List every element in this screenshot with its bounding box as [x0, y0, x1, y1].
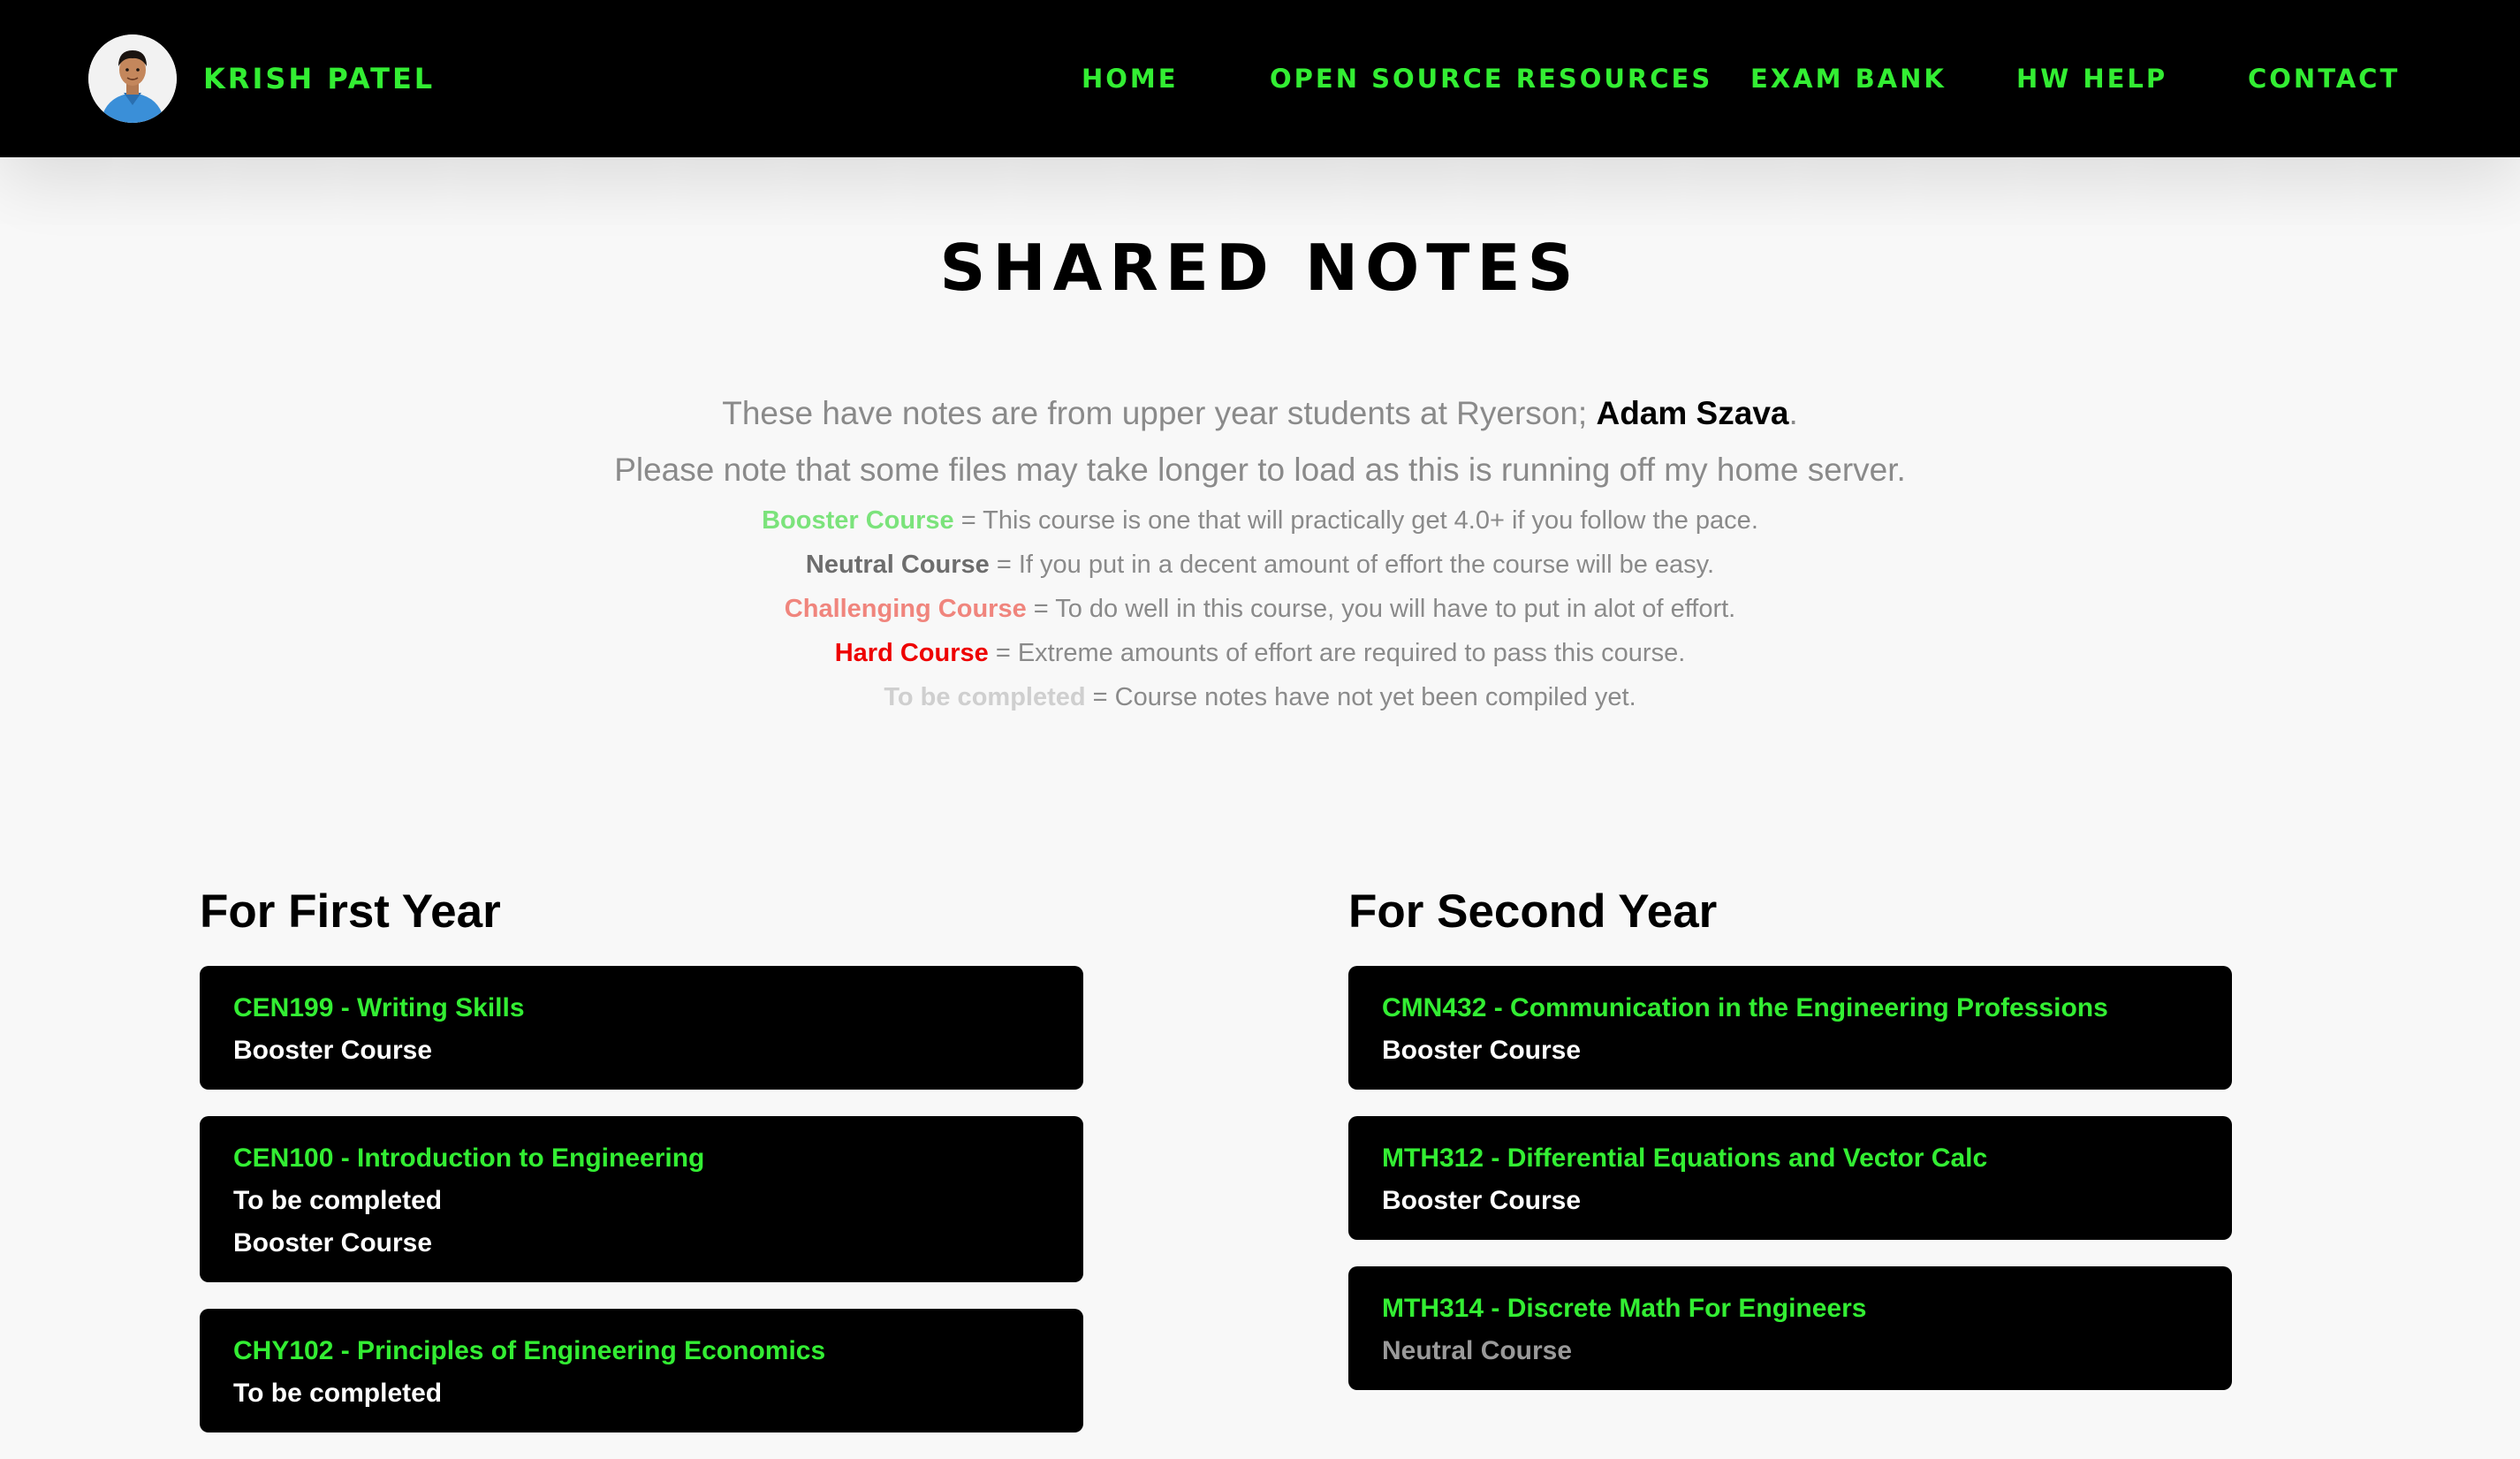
- course-status: To be completed: [233, 1379, 443, 1408]
- legend-term-challenging: Challenging Course: [784, 595, 1027, 623]
- second-year-heading: For Second Year: [1348, 885, 1718, 938]
- nav-hw-help[interactable]: HW HELP: [2016, 63, 2167, 95]
- course-card-cmn432[interactable]: CMN432 - Communication in the Engineerin…: [1348, 966, 2232, 1090]
- legend-term-hard: Hard Course: [834, 639, 989, 667]
- legend-term-to-be-completed: To be completed: [884, 683, 1086, 711]
- author-name: Adam Szava: [1596, 395, 1789, 431]
- course-status: Booster Course: [233, 1036, 433, 1065]
- legend-term-booster: Booster Course: [762, 506, 954, 535]
- legend-desc-challenging: = To do well in this course, you will ha…: [1026, 595, 1736, 623]
- first-year-course-list: CEN199 - Writing Skills Booster Course C…: [200, 966, 1083, 1432]
- course-card-cen199[interactable]: CEN199 - Writing Skills Booster Course: [200, 966, 1083, 1090]
- site-header: KRISH PATEL HOME OPEN SOURCE RESOURCES E…: [0, 0, 2520, 157]
- first-year-section: For First Year CEN199 - Writing Skills B…: [200, 880, 1083, 1459]
- course-title[interactable]: CEN199 - Writing Skills: [233, 987, 1050, 1030]
- page-title: SHARED NOTES: [939, 231, 1581, 305]
- main-nav: HOME OPEN SOURCE RESOURCES EXAM BANK HW …: [0, 0, 2520, 157]
- course-card-mth312[interactable]: MTH312 - Differential Equations and Vect…: [1348, 1116, 2232, 1240]
- legend-item-neutral: Neutral Course = If you put in a decent …: [0, 543, 2520, 587]
- course-title[interactable]: CHY102 - Principles of Engineering Econo…: [233, 1330, 1050, 1372]
- course-card-chy102[interactable]: CHY102 - Principles of Engineering Econo…: [200, 1309, 1083, 1432]
- course-title[interactable]: CEN100 - Introduction to Engineering: [233, 1137, 1050, 1180]
- first-year-heading: For First Year: [200, 885, 501, 938]
- nav-open-source-resources[interactable]: OPEN SOURCE RESOURCES: [1270, 63, 1712, 95]
- nav-exam-bank[interactable]: EXAM BANK: [1750, 63, 1947, 95]
- second-year-section: For Second Year CMN432 - Communication i…: [1348, 880, 2232, 1417]
- nav-contact[interactable]: CONTACT: [2248, 63, 2400, 95]
- legend-desc-to-be-completed: = Course notes have not yet been compile…: [1085, 683, 1636, 711]
- intro-section: These have notes are from upper year stu…: [0, 385, 2520, 719]
- course-title[interactable]: CMN432 - Communication in the Engineerin…: [1382, 987, 2198, 1030]
- intro-line-2: Please note that some files may take lon…: [614, 452, 1906, 488]
- course-status: Booster Course: [1382, 1036, 1582, 1065]
- course-status: Neutral Course: [1382, 1336, 1573, 1365]
- legend-item-booster: Booster Course = This course is one that…: [0, 498, 2520, 543]
- legend-term-neutral: Neutral Course: [805, 551, 990, 579]
- course-status: To be completed: [233, 1186, 443, 1215]
- nav-home[interactable]: HOME: [1082, 63, 1179, 95]
- intro-line-1: These have notes are from upper year stu…: [0, 385, 2520, 442]
- second-year-course-list: CMN432 - Communication in the Engineerin…: [1348, 966, 2232, 1390]
- intro-period: .: [1788, 395, 1798, 431]
- course-title[interactable]: MTH314 - Discrete Math For Engineers: [1382, 1288, 2198, 1330]
- legend-desc-neutral: = If you put in a decent amount of effor…: [989, 551, 1715, 579]
- course-card-mth314[interactable]: MTH314 - Discrete Math For Engineers Neu…: [1348, 1266, 2232, 1390]
- legend-item-challenging: Challenging Course = To do well in this …: [0, 587, 2520, 631]
- legend-item-to-be-completed: To be completed = Course notes have not …: [0, 675, 2520, 719]
- course-title[interactable]: MTH312 - Differential Equations and Vect…: [1382, 1137, 2198, 1180]
- intro-text: These have notes are from upper year stu…: [722, 395, 1597, 431]
- course-status: Booster Course: [233, 1228, 433, 1258]
- course-status: Booster Course: [1382, 1186, 1582, 1215]
- legend-desc-booster: = This course is one that will practical…: [953, 506, 1758, 535]
- legend-item-hard: Hard Course = Extreme amounts of effort …: [0, 631, 2520, 675]
- course-card-cen100[interactable]: CEN100 - Introduction to Engineering To …: [200, 1116, 1083, 1282]
- legend-desc-hard: = Extreme amounts of effort are required…: [988, 639, 1686, 667]
